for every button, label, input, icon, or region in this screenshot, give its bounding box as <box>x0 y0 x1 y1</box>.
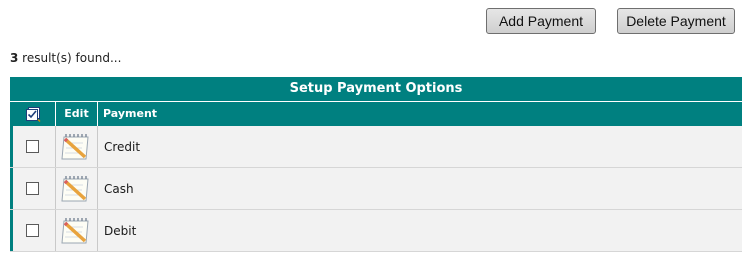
edit-cell <box>55 126 97 167</box>
payment-name: Debit <box>104 224 137 238</box>
delete-payment-button[interactable]: Delete Payment <box>617 8 735 34</box>
row-checkbox[interactable] <box>26 140 39 153</box>
results-summary: 3 result(s) found... <box>10 51 121 65</box>
notepad-pencil-icon[interactable] <box>59 215 93 247</box>
column-header-payment[interactable]: Payment <box>97 102 742 126</box>
toolbar: Add Payment Delete Payment <box>486 8 742 36</box>
payment-cell: Debit <box>97 210 742 251</box>
column-header-edit: Edit <box>55 102 97 126</box>
edit-cell <box>55 168 97 209</box>
results-text: result(s) found... <box>18 51 122 65</box>
select-all-cell[interactable] <box>10 102 55 126</box>
table-row: Debit <box>10 210 742 252</box>
payment-options-table: Setup Payment Options Edit Payment Credi… <box>10 77 742 264</box>
payment-name: Credit <box>104 140 141 154</box>
checkbox-list-icon[interactable] <box>25 106 41 122</box>
payment-name: Cash <box>104 182 134 196</box>
row-select-cell <box>10 126 55 167</box>
add-payment-button[interactable]: Add Payment <box>486 8 596 34</box>
payment-cell: Credit <box>97 126 742 167</box>
table-title: Setup Payment Options <box>10 77 742 102</box>
notepad-pencil-icon[interactable] <box>59 173 93 205</box>
row-select-cell <box>10 168 55 209</box>
table-row: Credit <box>10 126 742 168</box>
table-header-row: Edit Payment <box>10 102 742 126</box>
notepad-pencil-icon[interactable] <box>59 131 93 163</box>
edit-cell <box>55 210 97 251</box>
table-row: Cash <box>10 168 742 210</box>
row-checkbox[interactable] <box>26 182 39 195</box>
row-checkbox[interactable] <box>26 224 39 237</box>
payment-cell: Cash <box>97 168 742 209</box>
row-select-cell <box>10 210 55 251</box>
